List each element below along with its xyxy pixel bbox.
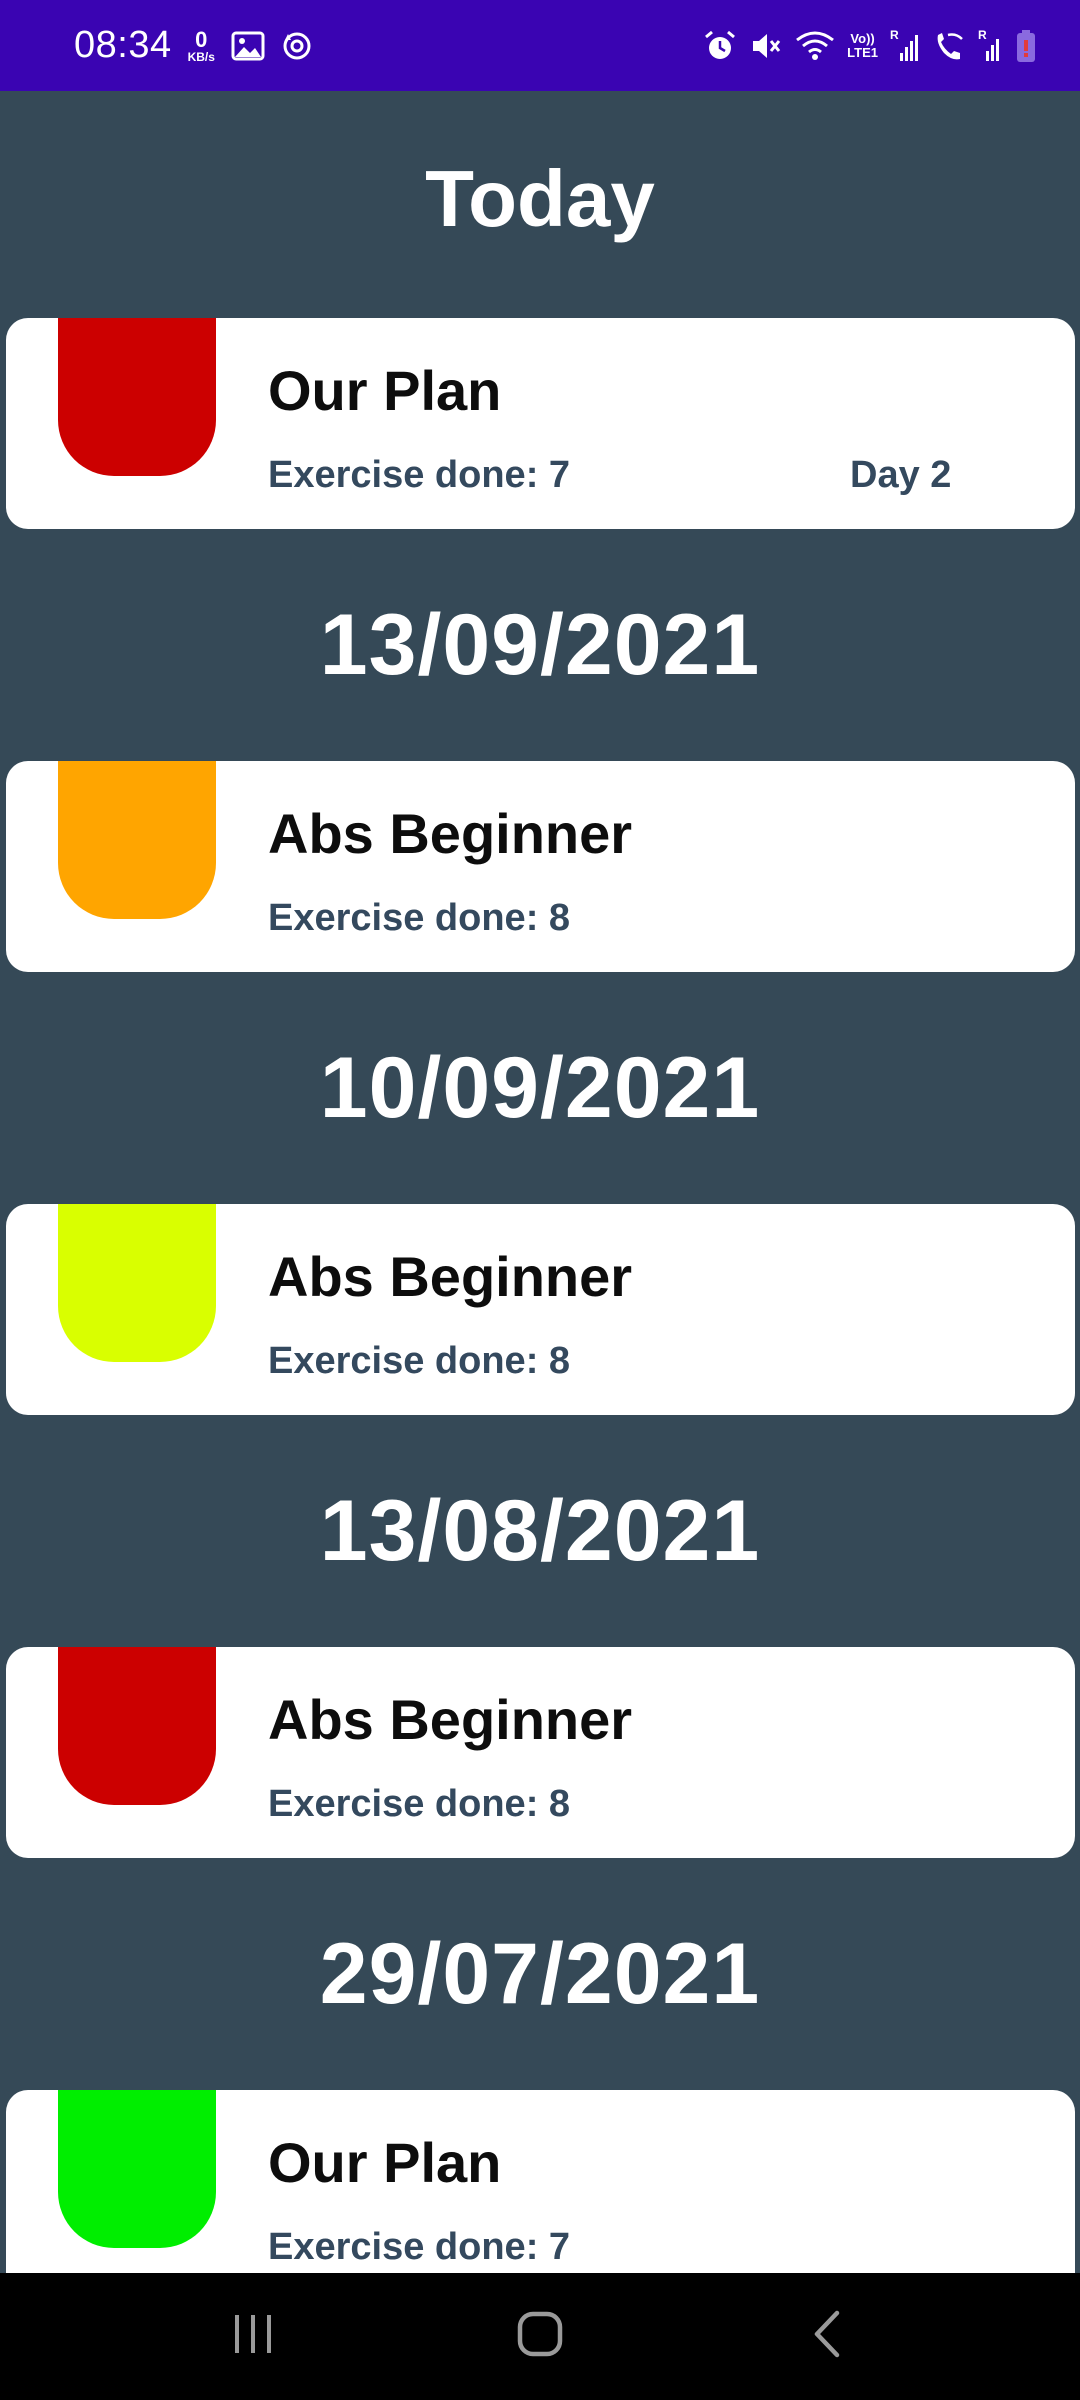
plan-day: Day 2	[850, 454, 952, 496]
workout-card-today[interactable]: Our Plan Exercise done: 7 Day 2	[6, 318, 1075, 529]
workout-card[interactable]: Abs Beginner Exercise done: 8	[6, 1204, 1075, 1415]
workout-card[interactable]: Abs Beginner Exercise done: 8	[6, 761, 1075, 972]
sync-icon	[281, 30, 313, 62]
recent-apps-icon	[231, 2312, 275, 2361]
alarm-icon	[703, 29, 737, 63]
sim1-label: R	[890, 29, 899, 42]
exercise-done-count: Exercise done: 8	[268, 1783, 571, 1825]
section-heading-today: Today	[425, 154, 655, 243]
back-icon	[809, 2309, 845, 2364]
date-heading: 13/09/2021	[319, 597, 761, 693]
net-speed-unit: KB/s	[187, 49, 215, 64]
workout-title: Abs Beginner	[268, 802, 633, 865]
wifi-icon	[795, 30, 835, 62]
date-heading: 10/09/2021	[319, 1040, 761, 1136]
workout-card[interactable]: Abs Beginner Exercise done: 8	[6, 1647, 1075, 1858]
home-button[interactable]	[480, 2297, 600, 2377]
signal-icon: R	[890, 29, 920, 63]
workout-card[interactable]: Our Plan Exercise done: 7	[6, 2090, 1075, 2273]
plan-color-swatch	[58, 761, 216, 919]
net-speed-value: 0	[195, 26, 208, 52]
plan-color-swatch	[58, 1647, 216, 1805]
mute-icon	[749, 29, 783, 63]
navigation-bar	[0, 2273, 1080, 2400]
exercise-done-count: Exercise done: 8	[268, 1340, 571, 1382]
gallery-icon	[231, 31, 265, 61]
date-heading: 29/07/2021	[319, 1926, 761, 2022]
status-left: 08:34 0 KB/s	[74, 24, 313, 67]
plan-color-swatch	[58, 1204, 216, 1362]
network-type: Vo)) LTE1	[847, 32, 878, 59]
status-right: Vo)) LTE1 R R	[703, 29, 1036, 63]
plan-color-swatch	[58, 318, 216, 476]
network-label-top: Vo))	[850, 30, 875, 46]
workout-title: Our Plan	[268, 2131, 502, 2194]
workout-title: Abs Beginner	[268, 1688, 633, 1751]
plan-color-swatch	[58, 2090, 216, 2248]
exercise-done-count: Exercise done: 7	[268, 2226, 571, 2268]
wifi-calling-icon	[932, 29, 966, 63]
recent-apps-button[interactable]	[193, 2297, 313, 2377]
exercise-done-count: Exercise done: 7	[268, 454, 571, 496]
home-icon	[515, 2309, 565, 2364]
status-bar: 08:34 0 KB/s Vo)) LTE1 R R	[0, 0, 1080, 91]
workout-title: Our Plan	[268, 359, 502, 422]
battery-icon	[1016, 29, 1036, 63]
signal-icon-2: R	[978, 29, 1004, 63]
workout-title: Abs Beginner	[268, 1245, 633, 1308]
history-list[interactable]: Today Our Plan Exercise done: 7 Day 2 13…	[0, 91, 1080, 2273]
date-heading: 13/08/2021	[319, 1483, 761, 1579]
sim2-label: R	[978, 29, 987, 42]
exercise-done-count: Exercise done: 8	[268, 897, 571, 939]
network-label-bottom: LTE1	[847, 44, 878, 60]
net-speed: 0 KB/s	[187, 26, 215, 64]
clock: 08:34	[74, 24, 172, 66]
back-button[interactable]	[767, 2297, 887, 2377]
